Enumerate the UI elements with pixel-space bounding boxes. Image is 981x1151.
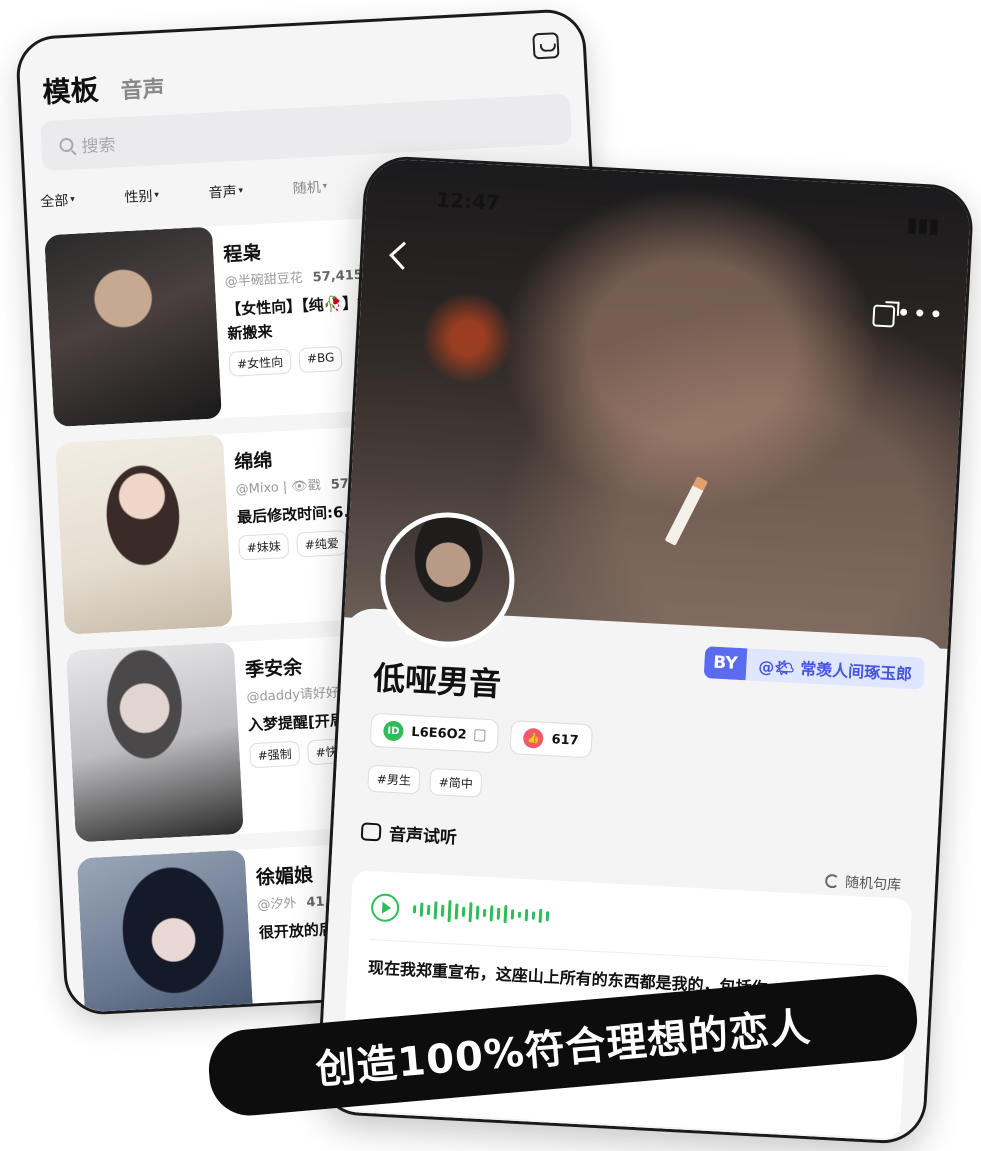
share-icon[interactable]: [872, 304, 896, 328]
filter-label: 随机: [292, 179, 322, 198]
character-thumbnail: [76, 849, 255, 1017]
filter-label: 性别: [124, 188, 153, 207]
top-tabs: 模板 音声: [42, 65, 166, 111]
chevron-down-icon: ▾: [322, 181, 328, 192]
play-count: 57: [330, 476, 350, 493]
author-name: @半碗甜豆花: [224, 270, 304, 290]
chevron-down-icon: ▾: [70, 194, 76, 205]
signal-icon: ▮▮▮: [905, 212, 941, 238]
random-label: 随机句库: [844, 874, 902, 894]
tag[interactable]: #女性向: [228, 348, 292, 377]
inbox-icon[interactable]: [532, 32, 560, 60]
copy-icon: [474, 729, 486, 742]
section-title: 音声试听: [360, 818, 457, 848]
cigarette-detail: [664, 476, 709, 546]
search-icon: [59, 137, 74, 153]
filter-all[interactable]: 全部 ▾: [40, 190, 76, 212]
chevron-down-icon: ▾: [238, 185, 244, 197]
status-time: 12:47: [435, 187, 501, 215]
tag[interactable]: #妹妹: [238, 532, 290, 561]
tag[interactable]: #强制: [249, 740, 301, 769]
character-thumbnail: [65, 641, 244, 843]
character-thumbnail: [44, 226, 222, 428]
author-name: @🌤 常羡人间琢玉郎: [757, 656, 913, 684]
search-placeholder: 搜索: [81, 134, 117, 157]
play-button[interactable]: [370, 893, 400, 923]
voice-title: 低哑男音: [372, 658, 503, 704]
speech-icon: [360, 821, 382, 841]
by-label: BY: [703, 646, 748, 681]
thumbs-up-icon: 👍: [523, 727, 545, 749]
refresh-icon: [824, 873, 840, 889]
tag[interactable]: #男生: [367, 764, 421, 795]
tag[interactable]: #简中: [429, 767, 483, 798]
play-count: 57,415: [312, 267, 364, 286]
filter-random[interactable]: 随机 ▾: [292, 176, 328, 198]
like-chip[interactable]: 👍 617: [509, 720, 593, 759]
random-sentence-button[interactable]: 随机句库: [824, 871, 902, 895]
section-title-label: 音声试听: [388, 824, 458, 849]
filter-gender[interactable]: 性别 ▾: [124, 185, 160, 207]
author-name: @Mixo | 👁戳: [235, 478, 322, 498]
filter-voice[interactable]: 音声 ▾: [208, 181, 244, 203]
filter-label: 音声: [208, 184, 238, 202]
tag[interactable]: #纯爱: [296, 529, 348, 558]
id-icon: ID: [382, 720, 404, 742]
id-code: L6E6O2: [411, 724, 468, 743]
filter-label: 全部: [39, 193, 69, 211]
id-chip[interactable]: ID L6E6O2: [369, 712, 500, 754]
character-thumbnail: [55, 434, 233, 635]
more-icon[interactable]: •••: [896, 299, 946, 329]
tag[interactable]: #BG: [298, 345, 344, 374]
like-count: 617: [551, 731, 580, 749]
tab-templates[interactable]: 模板: [42, 68, 100, 111]
waveform: [412, 895, 550, 930]
author-name: @汐外: [257, 896, 297, 914]
author-name: @daddy请好好: [246, 685, 340, 706]
tab-voice[interactable]: 音声: [120, 71, 166, 105]
chevron-down-icon: ▾: [154, 190, 160, 201]
